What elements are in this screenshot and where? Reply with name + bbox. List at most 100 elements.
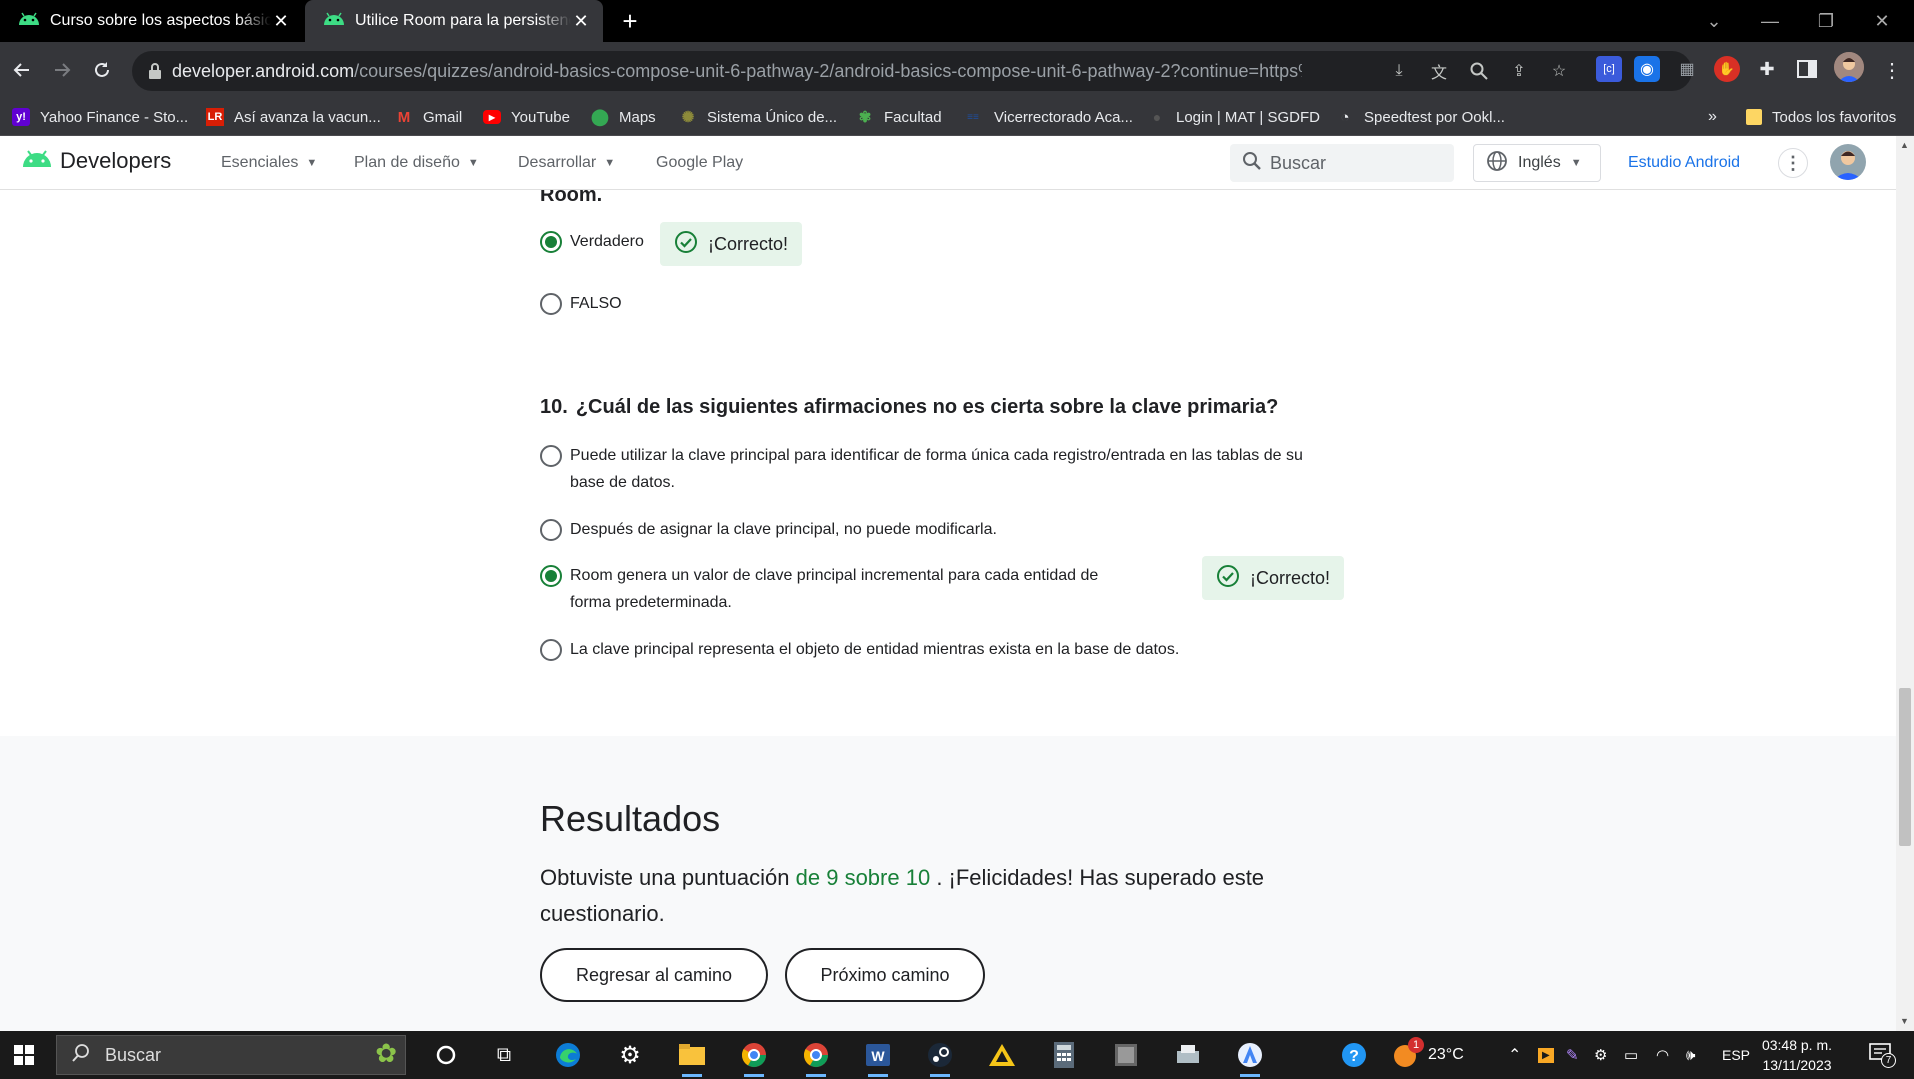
zoom-icon[interactable] — [1468, 60, 1490, 82]
window-close-icon[interactable]: ✕ — [1854, 0, 1910, 42]
android-studio-link[interactable]: Estudio Android — [1628, 136, 1740, 190]
user-avatar[interactable] — [1830, 144, 1866, 180]
next-pathway-button[interactable]: Próximo camino — [785, 948, 985, 1002]
input-language[interactable]: ESP — [1722, 1031, 1750, 1079]
new-tab-icon[interactable]: + — [615, 6, 645, 36]
answer-option-falso[interactable]: FALSO — [540, 290, 622, 317]
tab-room[interactable]: Utilice Room para la persistencia ✕ — [305, 0, 603, 42]
url-text[interactable]: developer.android.com/courses/quizzes/an… — [172, 51, 1302, 91]
bookmark-vicerrectorado[interactable]: ≡≡ Vicerrectorado Aca... — [962, 98, 1133, 136]
app-window-icon[interactable] — [1108, 1037, 1144, 1073]
help-icon[interactable]: ? — [1336, 1037, 1372, 1073]
nav-desarrollar[interactable]: Desarrollar ▼ — [518, 136, 615, 190]
answer-option-1[interactable]: Puede utilizar la clave principal para i… — [540, 442, 1320, 496]
radio-button[interactable] — [540, 565, 562, 587]
developers-logo[interactable]: Developers — [22, 148, 171, 174]
forward-arrow-icon[interactable] — [46, 54, 78, 86]
chrome-icon[interactable] — [798, 1037, 834, 1077]
radio-button[interactable] — [540, 519, 562, 541]
bookmark-facultad[interactable]: ✾ Facultad — [856, 98, 942, 136]
taskbar-clock[interactable]: 03:48 p. m. 13/11/2023 — [1752, 1035, 1842, 1075]
warning-app-icon[interactable] — [984, 1037, 1020, 1073]
task-view-icon[interactable]: ⧉ — [486, 1037, 522, 1073]
settings-gear-icon[interactable]: ⚙ — [612, 1037, 648, 1073]
more-vert-icon[interactable]: ⋮ — [1778, 148, 1808, 178]
notification-center-icon[interactable]: 7 — [1860, 1031, 1900, 1079]
radio-button[interactable] — [540, 231, 562, 253]
chrome-menu-icon[interactable]: ⋮ — [1876, 54, 1908, 86]
translate-icon[interactable]: 文 — [1428, 60, 1450, 82]
language-selector[interactable]: Inglés ▼ — [1473, 144, 1601, 182]
extensions-puzzle-icon[interactable]: ✚ — [1754, 56, 1780, 82]
wifi-icon[interactable]: ◠ — [1656, 1031, 1669, 1079]
radio-button[interactable] — [540, 639, 562, 661]
bookmark-sistema[interactable]: ✺ Sistema Único de... — [679, 98, 837, 136]
extension-icon[interactable]: ▦ — [1674, 56, 1700, 82]
profile-avatar[interactable] — [1834, 52, 1864, 82]
cortana-icon[interactable] — [428, 1037, 464, 1073]
bookmark-yahoo[interactable]: y! Yahoo Finance - Sto... — [12, 98, 188, 136]
all-bookmarks-label: Todos los favoritos — [1772, 108, 1897, 126]
battery-icon[interactable]: ▭ — [1624, 1031, 1638, 1079]
side-panel-icon[interactable] — [1794, 56, 1820, 82]
scroll-down-icon[interactable]: ▼ — [1900, 1016, 1909, 1026]
bookmark-gmail[interactable]: M Gmail — [395, 98, 462, 136]
steam-tray-icon[interactable]: ⚙ — [1594, 1031, 1607, 1079]
nav-google-play[interactable]: Google Play — [656, 136, 743, 190]
bookmark-youtube[interactable]: ▶ YouTube — [483, 98, 570, 136]
radio-button[interactable] — [540, 293, 562, 315]
close-icon[interactable]: ✕ — [271, 11, 291, 32]
back-to-pathway-button[interactable]: Regresar al camino — [540, 948, 768, 1002]
close-icon[interactable]: ✕ — [571, 11, 591, 32]
restore-icon[interactable]: ❐ — [1798, 0, 1854, 42]
answer-option-4[interactable]: La clave principal representa el objeto … — [540, 636, 1179, 663]
steam-icon[interactable] — [922, 1037, 958, 1077]
radio-button[interactable] — [540, 445, 562, 467]
bookmark-login[interactable]: ● Login | MAT | SGDFD — [1148, 98, 1320, 136]
screen-capture-extension-icon[interactable]: ◉ — [1634, 56, 1660, 82]
bookmark-speedtest[interactable]: ◔ Speedtest por Ookl... — [1336, 98, 1504, 136]
bookmark-star-icon[interactable]: ☆ — [1548, 60, 1570, 82]
scrollbar-thumb[interactable] — [1899, 688, 1911, 846]
tab-search-chevron-icon[interactable]: ⌄ — [1686, 0, 1742, 42]
chrome-profile-icon[interactable] — [736, 1037, 772, 1077]
extension-icon[interactable]: [c] — [1596, 56, 1622, 82]
minimize-icon[interactable]: — — [1742, 0, 1798, 42]
tab-curso[interactable]: Curso sobre los aspectos básicos ✕ — [0, 0, 303, 42]
android-studio-taskbar-icon[interactable] — [1232, 1037, 1268, 1077]
adblock-extension-icon[interactable]: ✋ — [1714, 56, 1740, 82]
youtube-icon: ▶ — [483, 110, 501, 124]
all-bookmarks-folder[interactable]: Todos los favoritos — [1746, 98, 1896, 136]
media-player-tray-icon[interactable]: ▶ — [1538, 1031, 1554, 1079]
answer-option-verdadero[interactable]: Verdadero — [540, 228, 644, 255]
scroll-up-icon[interactable]: ▲ — [1900, 140, 1909, 150]
taskbar-search[interactable]: Buscar ✿ — [56, 1035, 406, 1075]
share-icon[interactable]: ⇪ — [1508, 60, 1530, 82]
search-input[interactable] — [1270, 152, 1440, 174]
check-circle-icon — [1216, 564, 1240, 593]
edge-icon[interactable] — [550, 1037, 586, 1073]
volume-icon[interactable]: 🕪 — [1686, 1031, 1695, 1079]
weather-widget[interactable]: 1 23°C — [1392, 1031, 1464, 1079]
bookmark-vacuna[interactable]: LR Así avanza la vacun... — [206, 98, 381, 136]
address-bar[interactable]: developer.android.com/courses/quizzes/an… — [132, 51, 1692, 91]
page-scrollbar[interactable]: ▲ ▼ — [1896, 136, 1914, 1031]
site-search[interactable] — [1230, 144, 1454, 182]
download-icon[interactable]: ⤓ — [1388, 60, 1410, 82]
calculator-icon[interactable] — [1046, 1037, 1082, 1073]
answer-option-3[interactable]: Room genera un valor de clave principal … — [540, 562, 1140, 616]
bookmarks-overflow-button[interactable]: » — [1708, 98, 1717, 136]
tray-chevron-up-icon[interactable]: ⌃ — [1508, 1031, 1521, 1079]
bookmark-maps[interactable]: ⬤ Maps — [591, 98, 656, 136]
answer-option-2[interactable]: Después de asignar la clave principal, n… — [540, 516, 997, 543]
reload-icon[interactable] — [86, 54, 118, 86]
lock-icon[interactable] — [148, 62, 162, 85]
pen-tray-icon[interactable]: ✎ — [1566, 1031, 1579, 1079]
printer-app-icon[interactable] — [1170, 1037, 1206, 1073]
windows-start-icon[interactable] — [8, 1039, 40, 1071]
word-icon[interactable]: W — [860, 1037, 896, 1077]
nav-esenciales[interactable]: Esenciales ▼ — [221, 136, 317, 190]
back-arrow-icon[interactable] — [6, 54, 38, 86]
file-explorer-icon[interactable] — [674, 1037, 710, 1077]
nav-plan-de-diseno[interactable]: Plan de diseño ▼ — [354, 136, 479, 190]
